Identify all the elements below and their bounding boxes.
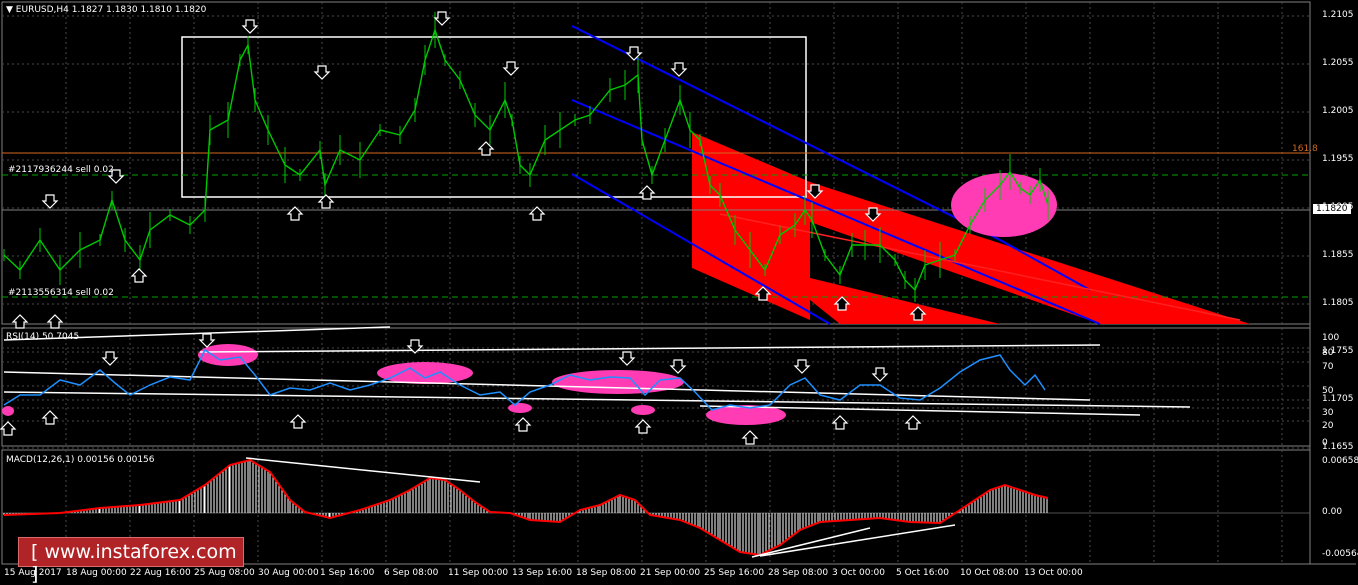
- time-tick: 5 Oct 16:00: [896, 568, 949, 578]
- up-arrow-icon: [831, 415, 849, 430]
- price-series: [3, 27, 1049, 292]
- rsi-tick: 50: [1322, 386, 1334, 396]
- price-candles: [3, 12, 1049, 302]
- up-arrow-icon: [286, 206, 304, 221]
- time-tick: 21 Sep 00:00: [640, 568, 701, 578]
- rsi-ellipse-4: [508, 403, 532, 413]
- up-arrow-icon: [46, 314, 64, 329]
- rsi-tick: 80: [1322, 348, 1334, 358]
- chart-canvas: [0, 1, 1356, 565]
- macd-tick: 0.00658: [1322, 456, 1358, 466]
- down-arrow-icon: [41, 194, 59, 209]
- fib-label: 161.8: [1292, 144, 1318, 154]
- order-label-2: #2113556314 sell 0.02: [8, 288, 114, 298]
- down-arrow-icon: [313, 65, 331, 80]
- rsi-tick: 100: [1322, 333, 1340, 343]
- down-arrow-icon: [502, 61, 520, 76]
- time-tick: 30 Aug 00:00: [258, 568, 319, 578]
- time-tick: 1 Sep 16:00: [320, 568, 375, 578]
- rsi-header: RSI(14) 50.7045: [6, 332, 80, 342]
- up-arrow-icon: [0, 421, 17, 436]
- current-price-tag: 1.1820: [1313, 204, 1351, 214]
- up-arrow-icon: [741, 430, 759, 445]
- down-arrow-icon: [618, 351, 636, 366]
- time-tick: 25 Sep 16:00: [704, 568, 765, 578]
- macd-tick: -0.00564: [1322, 549, 1358, 559]
- up-arrow-icon: [514, 417, 532, 432]
- rsi-tick: 30: [1322, 408, 1334, 418]
- up-arrow-icon: [528, 206, 546, 221]
- rsi-ellipse-7: [2, 406, 14, 416]
- macd-tick: 0.00: [1322, 507, 1343, 517]
- time-tick: 6 Sep 08:00: [384, 568, 439, 578]
- up-arrow-icon: [11, 314, 29, 329]
- price-tick: 1.2005: [1322, 106, 1354, 116]
- rsi-tick: 70: [1322, 362, 1334, 372]
- down-arrow-icon: [625, 46, 643, 61]
- main-header: ▼ EURUSD,H4 1.1827 1.1830 1.1810 1.1820: [6, 5, 207, 15]
- rsi-ellipse-5: [631, 405, 655, 415]
- up-arrow-icon: [289, 414, 307, 429]
- rsi-ellipse-3: [552, 370, 684, 394]
- up-arrow-icon: [130, 268, 148, 283]
- price-tick: 1.2105: [1322, 10, 1354, 20]
- instaforex-watermark: [ www.instaforex.com ]: [18, 537, 244, 585]
- rsi-ellipse-2: [377, 362, 473, 384]
- main-overlays: [2, 11, 1310, 329]
- rsi-trend-3: [199, 344, 1101, 353]
- price-tick: 1.1955: [1322, 154, 1354, 164]
- down-arrow-icon: [433, 11, 451, 26]
- macd-trend-1: [245, 457, 481, 483]
- macd-trend-2: [751, 527, 871, 558]
- price-tick: 1.2055: [1322, 58, 1354, 68]
- main-header-text: EURUSD,H4 1.1827 1.1830 1.1810 1.1820: [15, 5, 207, 15]
- down-arrow-icon: [101, 351, 119, 366]
- rsi-series: [3, 348, 1046, 411]
- time-tick: 18 Sep 08:00: [576, 568, 637, 578]
- time-tick: 11 Sep 00:00: [448, 568, 509, 578]
- price-tick: 1.1855: [1322, 250, 1354, 260]
- down-arrow-icon: [241, 19, 259, 34]
- up-arrow-icon: [904, 415, 922, 430]
- rsi-tick: 0: [1322, 438, 1328, 448]
- time-tick: 13 Oct 00:00: [1024, 568, 1083, 578]
- up-arrow-icon: [634, 419, 652, 434]
- down-arrow-icon: [871, 367, 889, 382]
- order-label-1: #2117936244 sell 0.02: [8, 165, 114, 175]
- down-arrow-icon: [670, 62, 688, 77]
- time-tick: 10 Oct 08:00: [960, 568, 1019, 578]
- up-arrow-icon: [41, 410, 59, 425]
- macd-header: MACD(12,26,1) 0.00156 0.00156: [6, 455, 155, 465]
- rsi-overlays: [0, 326, 1191, 445]
- price-tick: 1.1805: [1322, 298, 1354, 308]
- time-tick: 28 Sep 08:00: [768, 568, 829, 578]
- time-tick: 3 Oct 00:00: [832, 568, 885, 578]
- rsi-tick: 20: [1322, 421, 1334, 431]
- time-tick: 13 Sep 16:00: [512, 568, 573, 578]
- watermark-text: [ www.instaforex.com ]: [31, 541, 237, 585]
- down-arrow-icon: [198, 333, 216, 348]
